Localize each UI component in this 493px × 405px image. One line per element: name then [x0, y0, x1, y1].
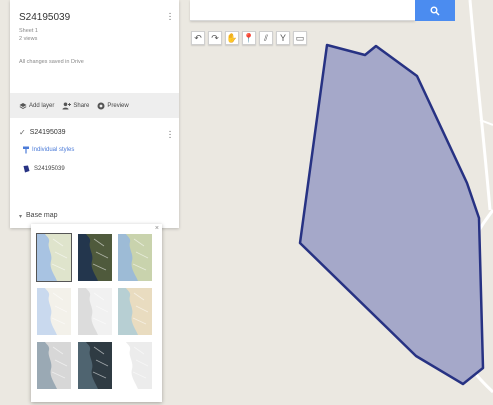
close-icon[interactable]: × [155, 225, 159, 232]
coastline-thumbnail [118, 342, 152, 389]
share-label: Share [73, 102, 90, 109]
base-map-option[interactable] [37, 288, 71, 335]
draw-line-icon: ⫽ [263, 32, 268, 43]
feature-list-item[interactable]: S24195039 [19, 165, 170, 173]
layer-options-icon[interactable]: · · · [167, 127, 173, 143]
drawn-polygon[interactable] [298, 43, 485, 386]
undo-tool-button[interactable]: ↶ [191, 31, 205, 45]
coastline-thumbnail [78, 234, 112, 281]
search-input[interactable] [190, 0, 415, 21]
road [468, 0, 492, 211]
layer-section: ✓ S24195039 · · · Individual styles S24195… [10, 118, 179, 206]
styles-label: Individual styles [32, 147, 75, 153]
coastline-thumbnail [78, 342, 112, 389]
side-panel: S24195039 Sheet 1 2 views All changes sa… [10, 0, 179, 228]
base-map-option[interactable] [37, 342, 71, 389]
polygon-feature-icon [23, 165, 30, 173]
pan-hand-tool-button[interactable]: ✋ [225, 31, 239, 45]
sheet-count: Sheet 1 [19, 28, 38, 34]
coastline-thumbnail [118, 288, 152, 335]
coastline-thumbnail [118, 234, 152, 281]
eye-icon [97, 102, 105, 109]
base-map-option[interactable] [118, 288, 152, 335]
directions-icon: Y [279, 32, 286, 43]
base-map-option[interactable] [36, 233, 72, 282]
base-map-picker: × [31, 224, 162, 402]
map-title[interactable]: S24195039 [19, 12, 170, 23]
chevron-down-icon: ▾ [19, 214, 23, 220]
measure-ruler-icon: ▭ [295, 32, 305, 43]
layer-name[interactable]: S24195039 [30, 129, 66, 136]
base-map-label: Base map [26, 212, 58, 219]
add-person-icon [62, 102, 72, 109]
base-map-option[interactable] [118, 342, 152, 389]
map-toolbar: ↶ ↷ ✋ 📍 ⫽ Y ▭ [191, 31, 307, 45]
map-meta: Sheet 1 2 views [19, 27, 170, 43]
add-marker-icon: 📍 [243, 32, 255, 43]
base-map-option[interactable] [78, 234, 112, 281]
base-map-option[interactable] [78, 342, 112, 389]
layer-header: ✓ S24195039 [19, 128, 170, 137]
layers-icon [19, 102, 27, 109]
pan-hand-icon: ✋ [226, 32, 238, 43]
layer-visibility-checkbox[interactable]: ✓ [19, 128, 26, 137]
save-status: All changes saved in Drive [19, 59, 84, 65]
base-map-option[interactable] [78, 288, 112, 335]
add-layer-button[interactable]: Add layer [19, 102, 54, 110]
base-map-option[interactable] [118, 234, 152, 281]
coastline-thumbnail [78, 288, 112, 335]
share-button[interactable]: Share [62, 102, 89, 110]
search-button[interactable] [415, 0, 455, 21]
paint-roller-icon [23, 146, 29, 154]
redo-icon: ↷ [211, 32, 219, 43]
view-count: 2 views [19, 36, 38, 42]
map-options-icon[interactable]: · · · [167, 9, 173, 25]
coastline-thumbnail [37, 342, 71, 389]
draw-line-tool-button[interactable]: ⫽ [259, 31, 273, 45]
map-header: S24195039 Sheet 1 2 views All changes sa… [10, 0, 179, 93]
add-marker-tool-button[interactable]: 📍 [242, 31, 256, 45]
feature-name: S24195039 [34, 166, 65, 172]
layer-style-link[interactable]: Individual styles [19, 146, 170, 154]
coastline-thumbnail [37, 234, 71, 281]
measure-ruler-tool-button[interactable]: ▭ [293, 31, 307, 45]
preview-button[interactable]: Preview [97, 102, 129, 110]
search-icon [430, 6, 440, 15]
add-layer-label: Add layer [29, 102, 55, 109]
directions-tool-button[interactable]: Y [276, 31, 290, 45]
coastline-thumbnail [37, 288, 71, 335]
undo-icon: ↶ [194, 32, 202, 43]
redo-tool-button[interactable]: ↷ [208, 31, 222, 45]
action-bar: Add layer Share Preview [10, 93, 179, 118]
preview-label: Preview [107, 102, 129, 109]
